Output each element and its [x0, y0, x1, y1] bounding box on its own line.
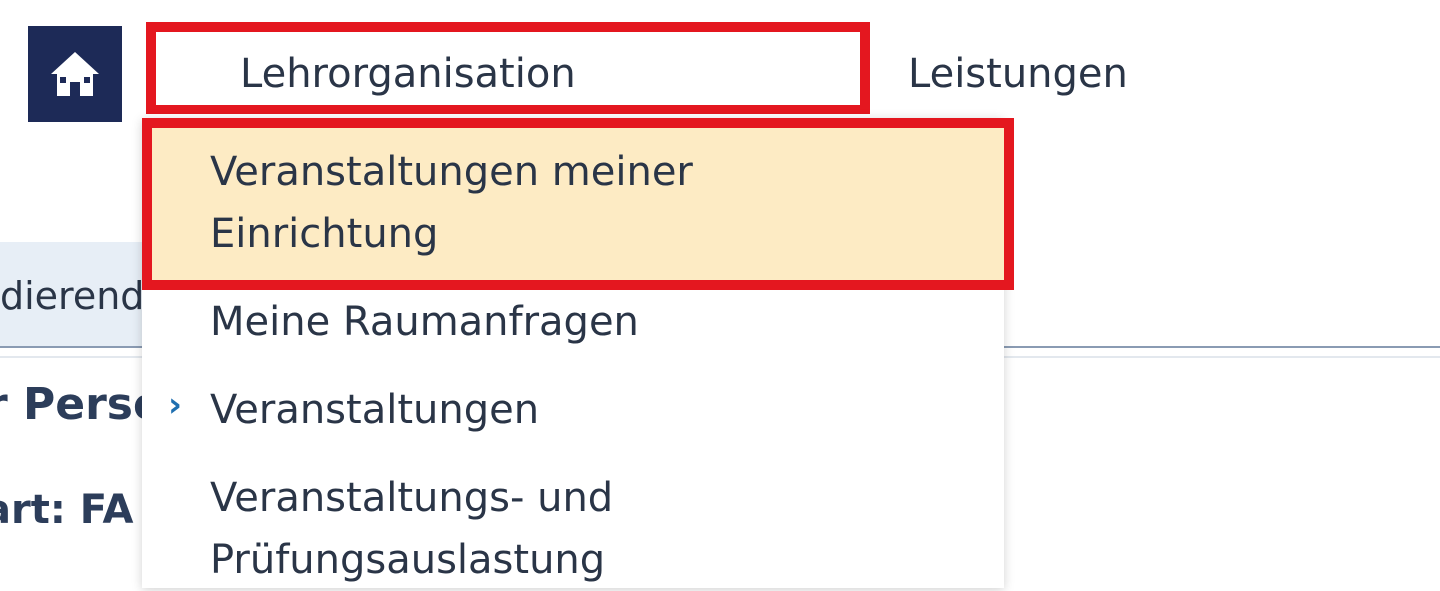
home-icon — [51, 52, 99, 96]
chevron-right-icon: › — [168, 385, 183, 425]
menu-item-veranstaltungs-und-pruefungsauslastung[interactable]: Veranstaltungs- und Prüfungsauslastung — [210, 467, 613, 591]
menu-item-veranstaltungen[interactable]: Veranstaltungen — [210, 379, 539, 441]
nav-item-leistungen[interactable]: Leistungen — [908, 54, 1128, 94]
menu-item-meine-raumanfragen[interactable]: Meine Raumanfragen — [210, 291, 639, 353]
subnav-tab-partial[interactable]: dierenden — [0, 277, 148, 315]
menu-item-line: Prüfungsauslastung — [210, 537, 606, 583]
nav-highlight-frame — [146, 22, 870, 114]
menu-highlight-frame — [142, 118, 1014, 290]
page-heading-partial: r Perso — [0, 383, 142, 427]
page-subline-partial: art: FA — [0, 490, 134, 530]
home-button[interactable] — [28, 26, 122, 122]
menu-item-line: Veranstaltungs- und — [210, 475, 614, 521]
